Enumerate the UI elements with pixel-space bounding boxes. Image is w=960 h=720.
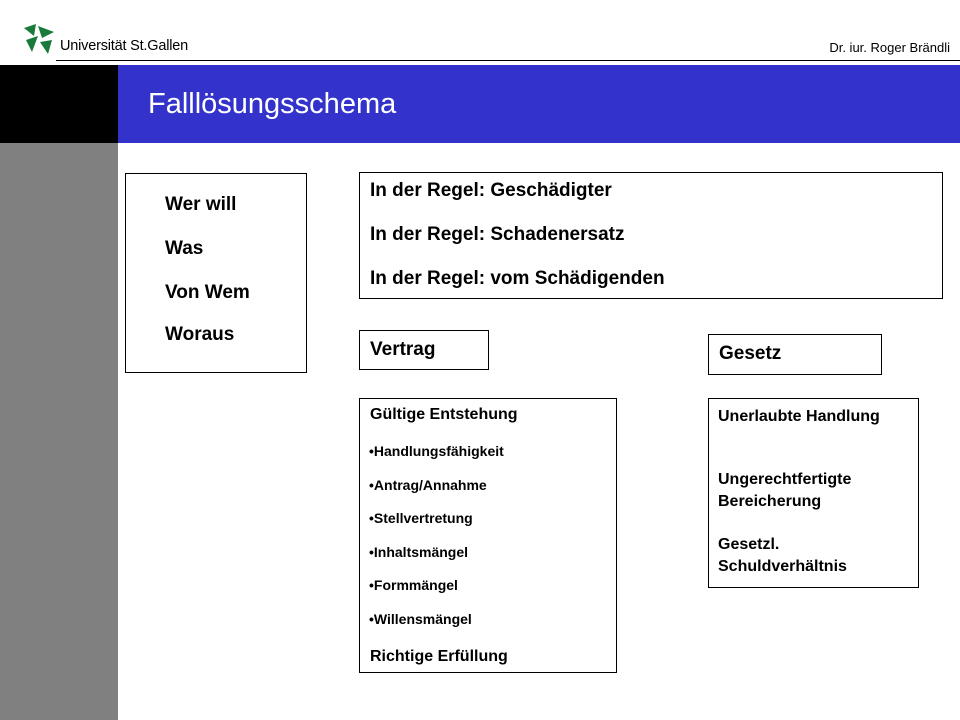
rule-line: In der Regel: Schadenersatz <box>370 224 625 245</box>
gesetz-label: Gesetz <box>719 343 782 364</box>
list-item: •Antrag/Annahme <box>369 477 487 493</box>
title-bar-black-block <box>0 65 118 143</box>
list-item: •Willensmängel <box>369 611 472 627</box>
gesetz-box: Gesetz <box>708 334 882 375</box>
list-item: Ungerechtfertigte Bereicherung <box>718 471 852 510</box>
list-item: Gesetzl. Schuldverhältnis <box>718 536 847 575</box>
list-item: •Handlungsfähigkeit <box>369 443 504 459</box>
rule-line: In der Regel: Geschädigter <box>370 180 612 201</box>
list-item: •Stellvertretung <box>369 510 473 526</box>
rule-line: In der Regel: vom Schädigenden <box>370 268 665 289</box>
questions-box: Wer will Was Von Wem Woraus <box>125 173 307 373</box>
slide-title: Falllösungsschema <box>148 88 397 120</box>
university-logo-icon <box>24 24 54 54</box>
list-item: •Formmängel <box>369 577 458 593</box>
question-von-wem: Von Wem <box>165 282 250 303</box>
question-was: Was <box>165 238 204 259</box>
slide-header: Universität St.Gallen Dr. iur. Roger Brä… <box>0 0 960 64</box>
question-wer-will: Wer will <box>165 194 237 215</box>
list-item: Unerlaubte Handlung <box>718 408 880 425</box>
vertrag-heading: Gültige Entstehung <box>370 406 518 423</box>
list-item: •Inhaltsmängel <box>369 544 469 560</box>
university-name: Universität St.Gallen <box>60 38 188 54</box>
vertrag-details-box: Gültige Entstehung •Handlungsfähigkeit •… <box>359 398 617 673</box>
rules-box: In der Regel: Geschädigter In der Regel:… <box>359 172 943 299</box>
vertrag-label: Vertrag <box>370 339 436 360</box>
header-divider <box>56 60 960 61</box>
vertrag-footer: Richtige Erfüllung <box>370 648 508 665</box>
author-name: Dr. iur. Roger Brändli <box>829 40 950 55</box>
vertrag-box: Vertrag <box>359 330 489 370</box>
side-column <box>0 143 118 720</box>
gesetz-details-box: Unerlaubte Handlung Ungerechtfertigte Be… <box>708 398 919 588</box>
question-woraus: Woraus <box>165 324 235 345</box>
